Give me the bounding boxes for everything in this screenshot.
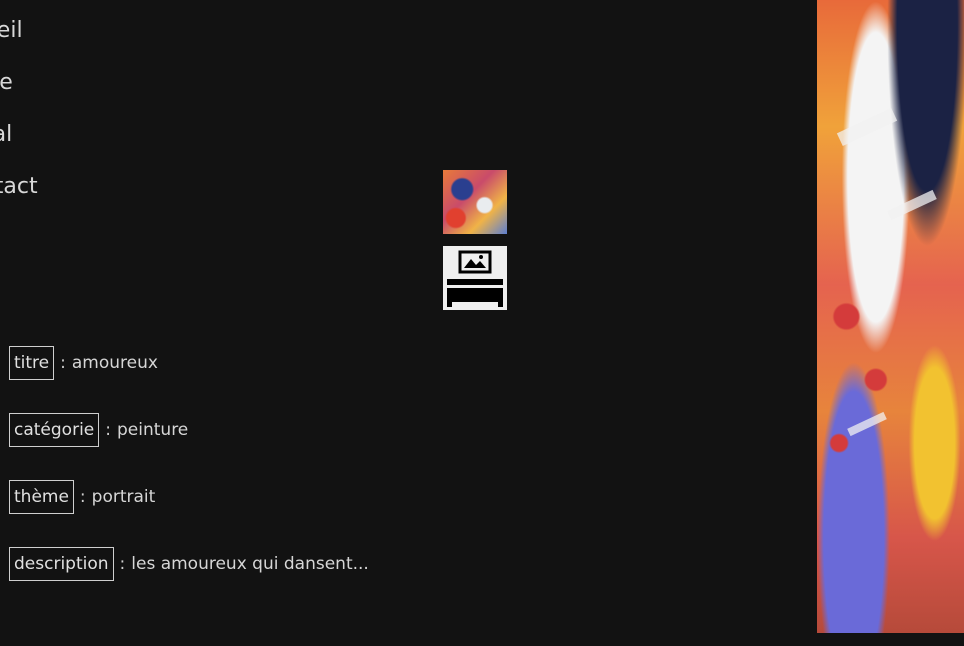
- field-row-description: description : les amoureux qui dansent..…: [9, 547, 369, 581]
- field-separator: :: [79, 487, 86, 507]
- field-value-categorie: peinture: [117, 420, 189, 440]
- sofa-frame-icon: [447, 250, 503, 307]
- field-value-description: les amoureux qui dansent...: [131, 554, 369, 574]
- field-separator: :: [119, 554, 126, 574]
- field-label-titre: titre: [9, 346, 55, 380]
- nav-item-peinture[interactable]: Peinture: [0, 70, 13, 95]
- nav-item-accueil[interactable]: Accueil: [0, 18, 23, 43]
- nav-item-contact[interactable]: Contact: [0, 174, 38, 199]
- field-label-description: description: [9, 547, 114, 581]
- field-row-titre: titre : amoureux: [9, 346, 158, 380]
- field-row-theme: thème : portrait: [9, 480, 155, 514]
- field-separator: :: [105, 420, 111, 440]
- painting-image[interactable]: [817, 0, 964, 633]
- field-separator: :: [60, 353, 66, 373]
- field-value-titre: amoureux: [71, 353, 158, 373]
- main-nav: Accueil Peinture Spécial Contact: [0, 0, 120, 210]
- field-label-theme: thème: [9, 480, 74, 514]
- room-view-button[interactable]: [443, 246, 507, 310]
- field-value-theme: portrait: [91, 487, 156, 507]
- field-row-categorie: catégorie : peinture: [9, 413, 188, 447]
- field-label-categorie: catégorie: [9, 413, 100, 447]
- nav-item-special[interactable]: Spécial: [0, 122, 12, 147]
- painting-thumbnail[interactable]: [443, 170, 507, 234]
